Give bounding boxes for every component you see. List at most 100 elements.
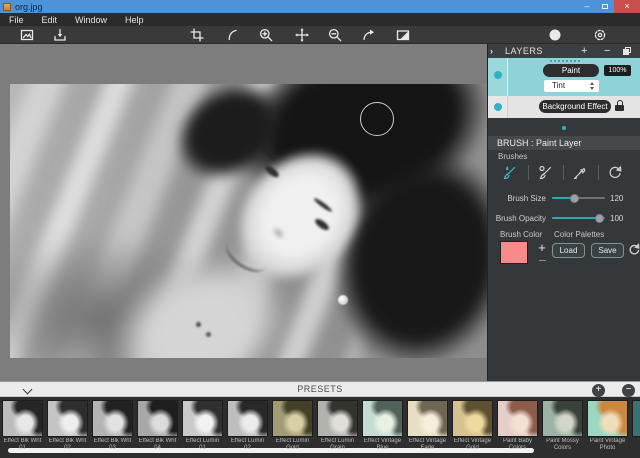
preset-preview-image: [497, 400, 538, 437]
layer-name-paint[interactable]: Paint: [543, 64, 599, 77]
preset-thumbnail[interactable]: Effect Vintage Fade: [407, 400, 448, 452]
preset-label: Effect Lumin Grain: [317, 438, 358, 452]
preset-label: Effect Vintage Fade: [407, 438, 448, 452]
layers-title: LAYERS: [505, 44, 543, 58]
reset-brush-tool[interactable]: [606, 164, 624, 182]
titlebar: org.jpg – ×: [0, 0, 640, 13]
eyedropper-tool[interactable]: [571, 164, 589, 182]
preset-preview-image: [452, 400, 493, 437]
brush-color-swatch[interactable]: [500, 241, 528, 264]
info-icon: i: [548, 28, 562, 42]
preset-thumbnail[interactable]: Paint Baby Colors: [497, 400, 538, 452]
image-icon: [20, 28, 34, 42]
brush-size-label: Brush Size: [488, 194, 546, 203]
brush-color-label: Brush Color: [500, 230, 542, 239]
preset-thumbnail[interactable]: Effect Lumin Gold: [272, 400, 313, 452]
add-preset-button[interactable]: +: [592, 384, 605, 397]
preset-thumbnail[interactable]: Effect Lumin 02: [227, 400, 268, 452]
preset-preview-image: [92, 400, 133, 437]
blend-mode-select[interactable]: Tint: [544, 80, 599, 92]
preset-thumbnail[interactable]: Effect Blk Wht 04: [137, 400, 178, 452]
reset-palettes-button[interactable]: [627, 243, 640, 257]
preset-preview-image: [137, 400, 178, 437]
rotate-button[interactable]: [361, 28, 375, 42]
preset-preview-image: [227, 400, 268, 437]
reset-icon: [606, 164, 624, 182]
layer-visibility-dot[interactable]: [494, 103, 502, 111]
layer-row-paint[interactable]: Paint 100% Tint: [488, 58, 640, 96]
menu-window[interactable]: Window: [66, 15, 116, 25]
add-layer-button[interactable]: +: [581, 44, 588, 58]
presets-strip: Effect Blk Wht 01 Effect Blk Wht 02 Effect…: [0, 397, 640, 458]
compare-button[interactable]: [396, 28, 410, 42]
layer-insert-dot: [562, 126, 566, 130]
pan-button[interactable]: [295, 28, 309, 42]
curve-tool-button[interactable]: [225, 28, 239, 42]
lock-icon: [615, 100, 624, 113]
curve-icon: [225, 28, 239, 42]
preset-preview-image: [182, 400, 223, 437]
layer-drag-handle[interactable]: [550, 60, 580, 62]
preset-preview-image: [317, 400, 358, 437]
preset-thumbnail[interactable]: Effect Vintage Blue: [362, 400, 403, 452]
info-button[interactable]: i: [548, 28, 562, 42]
open-image-button[interactable]: [20, 28, 34, 42]
export-button[interactable]: [53, 28, 67, 42]
eraser-brush-tool[interactable]: [536, 164, 554, 182]
minimize-button[interactable]: –: [578, 0, 596, 13]
preset-preview-image: [362, 400, 403, 437]
panel-collapse-button[interactable]: ›: [490, 44, 500, 58]
preset-label: Effect Vintage Blue: [362, 438, 403, 452]
zoom-out-button[interactable]: [328, 28, 342, 42]
close-button[interactable]: ×: [614, 0, 640, 13]
preset-label: Effect Blk Wht 04: [137, 438, 178, 452]
remove-preset-button[interactable]: −: [622, 384, 635, 397]
color-palettes-label: Color Palettes: [554, 230, 604, 239]
preset-thumbnail[interactable]: Effect Blk Wht 01: [2, 400, 43, 452]
layer-opacity-badge[interactable]: 100%: [604, 65, 631, 76]
preset-thumbnail[interactable]: Paint Mossy Colors: [542, 400, 583, 452]
preset-thumbnail[interactable]: Paint Vintage Photo: [587, 400, 628, 452]
brush-opacity-slider[interactable]: [552, 217, 605, 219]
preset-label: Effect Lumin 01: [182, 438, 223, 452]
preset-label: Effect Blk Wht 02: [47, 438, 88, 452]
layer-name-background-effect[interactable]: Background Effect: [539, 100, 611, 113]
settings-button[interactable]: [593, 28, 607, 42]
presets-bar: PRESETS + −: [0, 381, 640, 397]
duplicate-layer-button[interactable]: [623, 47, 632, 55]
brush-size-slider[interactable]: [552, 197, 605, 199]
app-icon: [3, 3, 11, 11]
crop-button[interactable]: [190, 28, 204, 42]
load-palette-button[interactable]: Load: [552, 243, 585, 258]
preset-thumbnail[interactable]: Effect Blk Wht 03: [92, 400, 133, 452]
zoom-in-button[interactable]: [259, 28, 273, 42]
remove-color-button[interactable]: [539, 260, 546, 261]
menu-help[interactable]: Help: [116, 15, 153, 25]
add-color-button[interactable]: +: [536, 240, 548, 255]
preset-preview-image: [587, 400, 628, 437]
save-palette-button[interactable]: Save: [591, 243, 624, 258]
paint-brush-tool[interactable]: [501, 164, 519, 182]
restore-button[interactable]: [596, 0, 614, 13]
eyedropper-icon: [571, 164, 589, 182]
preset-thumbnail[interactable]: Effect Lumin 01: [182, 400, 223, 452]
restore-icon: [602, 4, 608, 9]
preset-thumbnail[interactable]: Effect Blk Wht 02: [47, 400, 88, 452]
toolbar: i: [0, 26, 640, 44]
menu-file[interactable]: File: [0, 15, 33, 25]
preset-thumbnail[interactable]: Effect Lumin Grain: [317, 400, 358, 452]
preset-thumbnail[interactable]: Effect Vintage Gold: [452, 400, 493, 452]
layer-visibility-dot[interactable]: [494, 71, 502, 79]
preset-label: Effect Vintage Gold: [452, 438, 493, 452]
preset-thumbnail[interactable]: [632, 400, 640, 452]
brush-opacity-thumb[interactable]: [595, 214, 604, 223]
photo-canvas[interactable]: [10, 84, 487, 358]
export-icon: [53, 28, 67, 42]
chevron-updown-icon: [590, 82, 595, 90]
remove-layer-button[interactable]: −: [604, 44, 611, 58]
layer-row-background-effect[interactable]: Background Effect: [488, 96, 640, 118]
compare-icon: [396, 28, 410, 42]
brush-size-thumb[interactable]: [570, 194, 579, 203]
preset-label: Effect Lumin 02: [227, 438, 268, 452]
menu-edit[interactable]: Edit: [33, 15, 67, 25]
